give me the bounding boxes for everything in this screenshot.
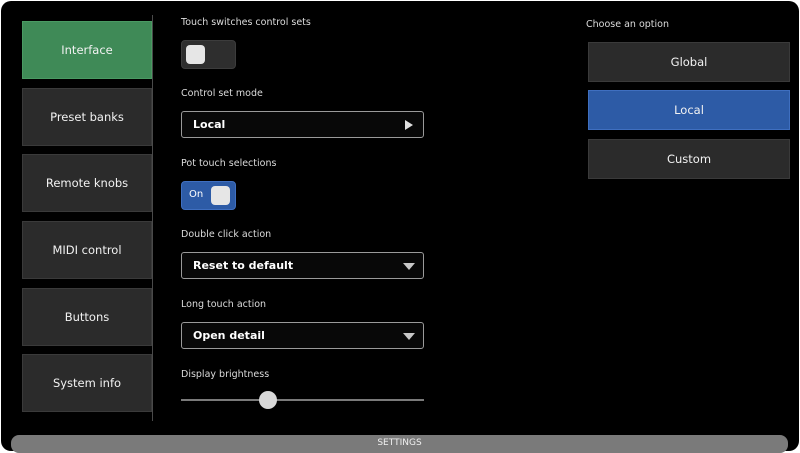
app-frame: Interface Preset banks Remote knobs MIDI…: [1, 1, 799, 451]
sidebar-item-label: Buttons: [64, 310, 110, 324]
pot-touch-label: Pot touch selections: [181, 158, 277, 169]
control-set-mode-value: Local: [193, 118, 226, 131]
option-global-button[interactable]: Global: [588, 42, 790, 82]
option-local-button[interactable]: Local: [588, 90, 790, 130]
sidebar-item-label: Preset banks: [50, 110, 124, 124]
sidebar-item-buttons[interactable]: Buttons: [22, 288, 152, 346]
option-label: Custom: [666, 152, 712, 166]
brightness-label: Display brightness: [181, 369, 270, 380]
double-click-select[interactable]: Reset to default: [181, 252, 424, 279]
toggle-knob: [211, 186, 230, 205]
option-label: Local: [674, 103, 704, 117]
chevron-down-icon: [403, 263, 415, 270]
toggle-knob: [186, 45, 205, 64]
sidebar-divider: [152, 15, 153, 421]
chevron-down-icon: [403, 333, 415, 340]
sidebar-item-remote-knobs[interactable]: Remote knobs: [22, 154, 152, 212]
sidebar-item-interface[interactable]: Interface: [22, 21, 152, 79]
sidebar-item-label: Interface: [61, 43, 113, 57]
long-touch-value: Open detail: [193, 329, 265, 342]
sidebar-item-label: Remote knobs: [45, 176, 129, 190]
settings-footer-bar[interactable]: SETTINGS: [11, 435, 788, 453]
long-touch-label: Long touch action: [181, 299, 267, 310]
options-title: Choose an option: [586, 19, 669, 30]
touch-switches-toggle[interactable]: [181, 40, 236, 69]
control-set-mode-select[interactable]: Local: [181, 111, 424, 138]
double-click-label: Double click action: [181, 229, 272, 240]
sidebar-item-preset-banks[interactable]: Preset banks: [22, 88, 152, 146]
toggle-on-text: On: [189, 189, 204, 200]
sidebar-item-label: System info: [52, 376, 122, 390]
control-set-mode-label: Control set mode: [181, 88, 263, 99]
brightness-slider-track[interactable]: [181, 399, 424, 401]
sidebar-item-midi-control[interactable]: MIDI control: [22, 221, 152, 279]
option-label: Global: [670, 55, 708, 69]
long-touch-select[interactable]: Open detail: [181, 322, 424, 349]
footer-label: SETTINGS: [377, 438, 422, 448]
double-click-value: Reset to default: [193, 259, 294, 272]
brightness-slider-thumb[interactable]: [259, 391, 278, 409]
option-custom-button[interactable]: Custom: [588, 139, 790, 179]
sidebar-item-label: MIDI control: [52, 243, 122, 257]
sidebar-item-system-info[interactable]: System info: [22, 354, 152, 412]
pot-touch-toggle[interactable]: On: [181, 181, 236, 210]
play-arrow-icon: [405, 120, 413, 130]
touch-switches-label: Touch switches control sets: [181, 17, 311, 28]
